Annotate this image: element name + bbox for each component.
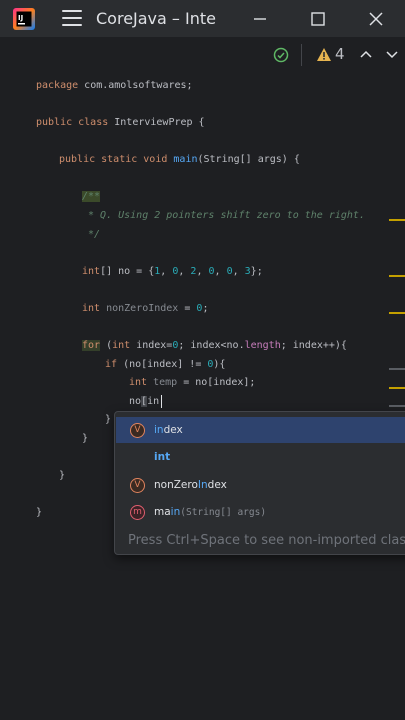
code-line: if (no[index] != 0){ xyxy=(105,359,226,370)
code-line: } xyxy=(105,414,112,425)
info-marker[interactable] xyxy=(389,368,405,370)
completion-hint: Press Ctrl+Space to see non-imported cla… xyxy=(128,533,405,548)
completion-item-nonzeroindex[interactable]: V nonZeroIndex xyxy=(116,472,405,498)
warning-marker[interactable] xyxy=(389,387,405,389)
code-line: public static void main(String[] args) { xyxy=(59,154,300,165)
completion-label: main(String[] args) xyxy=(154,506,267,518)
code-line: package com.amolsoftwares; xyxy=(36,80,193,91)
completion-item-main[interactable]: m main(String[] args) xyxy=(116,499,405,525)
code-line: int nonZeroIndex = 0; xyxy=(82,303,209,314)
completion-label: nonZeroIndex xyxy=(154,479,227,491)
warning-marker[interactable] xyxy=(389,275,405,277)
comment-line: /** xyxy=(82,191,101,202)
variable-icon: V xyxy=(130,422,145,438)
code-line: intint[] no = {[] no = {1, 0, 2, 0, 0, 3… xyxy=(82,266,263,277)
info-marker[interactable] xyxy=(389,405,405,407)
code-line: for (int index=0; index<no.length; index… xyxy=(82,340,347,351)
comment-line: */ xyxy=(82,229,101,240)
warning-marker[interactable] xyxy=(389,312,405,314)
code-editor[interactable]: package com.amolsoftwares; public class … xyxy=(0,0,405,720)
completion-item-index[interactable]: V index xyxy=(116,417,405,443)
code-line: no[in xyxy=(129,396,160,407)
code-line: public class InterviewPrep { xyxy=(36,117,205,128)
code-line: } xyxy=(82,433,89,444)
variable-icon: V xyxy=(130,477,145,493)
completion-item-int[interactable]: int xyxy=(116,444,405,470)
code-completion-popup: V index int V nonZeroIndex m main(String… xyxy=(114,411,405,555)
method-icon: m xyxy=(130,504,145,520)
warning-marker[interactable] xyxy=(389,219,405,221)
completion-label: index xyxy=(154,424,183,436)
code-line: int temp = no[index]; xyxy=(129,377,256,388)
code-line: } xyxy=(59,470,66,481)
comment-line: * Q. Using 2 pointers shift zero to the … xyxy=(82,210,365,221)
text-cursor xyxy=(161,395,162,408)
completion-label: int xyxy=(154,451,171,463)
code-line: } xyxy=(36,507,43,518)
